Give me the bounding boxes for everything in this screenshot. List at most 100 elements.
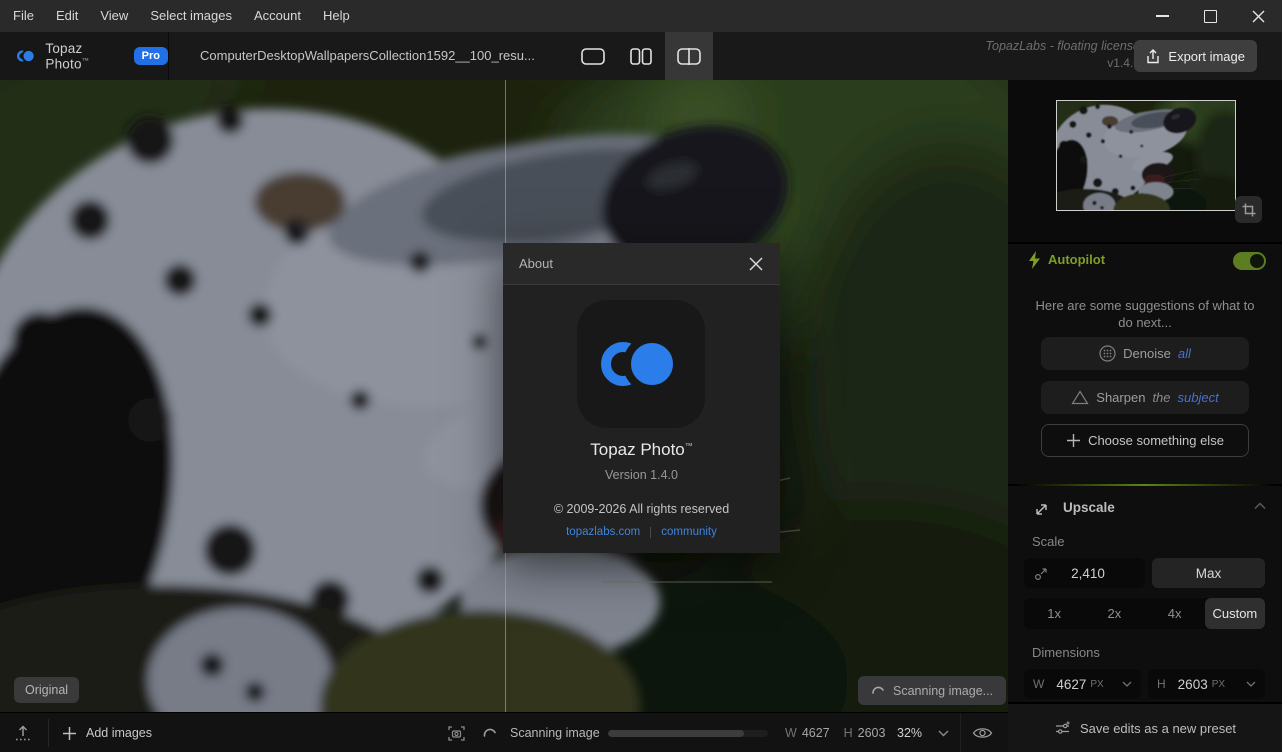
scan-status: Scanning image (448, 713, 600, 752)
menu-account[interactable]: Account (243, 0, 312, 32)
app-header: Topaz Photo™ Pro ComputerDesktopWallpape… (0, 32, 1282, 80)
autopilot-panel: Autopilot Here are some suggestions of w… (1008, 244, 1282, 484)
crop-button[interactable] (1235, 196, 1262, 223)
spinner-icon (872, 686, 884, 694)
minimize-icon (1155, 15, 1169, 17)
scale-option-4x[interactable]: 4x (1145, 598, 1205, 629)
divider (960, 713, 961, 752)
topazlabs-link[interactable]: topazlabs.com (566, 526, 640, 538)
collapse-chevron-up-icon[interactable] (1254, 502, 1266, 510)
scan-progress-fill (608, 730, 744, 737)
upload-icon (16, 725, 30, 741)
about-copyright: © 2009-2026 All rights reserved (553, 502, 730, 516)
chevron-down-icon (1246, 681, 1256, 687)
view-split-button[interactable] (617, 32, 665, 80)
app-window: File Edit View Select images Account Hel… (0, 0, 1282, 752)
dimensions-label: Dimensions (1032, 645, 1100, 660)
maximize-icon (1203, 9, 1217, 23)
denoise-suggestion-button[interactable]: Denoise all (1041, 337, 1249, 370)
open-filename: ComputerDesktopWallpapersCollection1592_… (200, 48, 535, 63)
export-queue-button[interactable] (14, 713, 32, 752)
choose-something-else-button[interactable]: Choose something else (1041, 424, 1249, 457)
license-name: TopazLabs - floating license (985, 39, 1141, 53)
add-images-button[interactable]: Add images (62, 713, 152, 752)
preview-toggle-button[interactable] (972, 713, 993, 752)
menu-help[interactable]: Help (312, 0, 361, 32)
topaz-logo-icon (16, 48, 36, 64)
scale-option-2x[interactable]: 2x (1084, 598, 1144, 629)
chevron-down-icon (1122, 681, 1132, 687)
about-close-button[interactable] (744, 252, 768, 276)
scale-label: Scale (1032, 534, 1065, 549)
divider (48, 719, 49, 747)
sharpen-suggestion-button[interactable]: Sharpen the subject (1041, 381, 1249, 414)
scanning-text: Scanning image (510, 726, 600, 740)
upscale-title: Upscale (1063, 500, 1115, 515)
menu-view[interactable]: View (89, 0, 139, 32)
about-version: Version 1.4.0 (605, 468, 678, 482)
app-name: Topaz Photo™ (45, 40, 90, 72)
max-scale-button[interactable]: Max (1152, 558, 1265, 588)
save-preset-button[interactable]: Save edits as a new preset (1008, 704, 1282, 752)
bottom-toolbar: Add images Scanning image W 4627 H 2603 … (0, 712, 1008, 752)
view-mode-switcher (569, 32, 713, 80)
autopilot-toggle[interactable] (1233, 252, 1266, 270)
autopilot-title: Autopilot (1048, 252, 1106, 267)
export-icon (1147, 48, 1160, 63)
upscale-panel: Upscale Scale 2,410 Max 1x 2x 4x Custom … (1008, 486, 1282, 702)
export-image-button[interactable]: Export image (1134, 40, 1257, 72)
view-single-icon (581, 47, 605, 65)
menu-bar: File Edit View Select images Account Hel… (0, 0, 1282, 32)
close-icon (749, 257, 763, 271)
denoise-icon (1099, 345, 1116, 362)
scale-option-custom[interactable]: Custom (1204, 598, 1265, 629)
view-split-icon (630, 47, 652, 65)
license-info: TopazLabs - floating license v1.4.0 (986, 39, 1141, 70)
close-window-button[interactable] (1234, 0, 1282, 32)
navigator-panel (1008, 80, 1282, 242)
suggestion-text: Here are some suggestions of what to do … (1035, 298, 1255, 330)
scale-option-group: 1x 2x 4x Custom (1024, 598, 1265, 629)
about-dialog-title: About (519, 256, 553, 271)
view-side-by-side-button[interactable] (665, 32, 713, 80)
bolt-icon (1029, 251, 1040, 269)
pro-badge: Pro (133, 47, 168, 65)
menu-edit[interactable]: Edit (45, 0, 89, 32)
upscale-icon (1036, 504, 1047, 515)
divider (650, 526, 652, 538)
scan-progress-bar (608, 730, 768, 737)
width-dropdown[interactable]: W 4627 PX (1024, 669, 1141, 699)
plus-icon (63, 726, 76, 740)
crop-icon (1242, 203, 1255, 216)
maximize-button[interactable] (1186, 0, 1234, 32)
view-side-by-side-icon (677, 47, 701, 65)
toggle-knob (1250, 254, 1264, 268)
license-version: v1.4.0 (1107, 56, 1140, 70)
topaz-logo-icon (601, 335, 681, 393)
height-dropdown[interactable]: H 2603 PX (1148, 669, 1265, 699)
thumbnail-photo (1057, 101, 1235, 210)
zoom-level-dropdown[interactable]: 32% (897, 713, 949, 752)
menu-file[interactable]: File (0, 0, 45, 32)
camera-scan-icon (448, 725, 465, 741)
plus-icon (1067, 434, 1081, 447)
topaz-app-icon (577, 300, 705, 428)
about-links: topazlabs.com community (503, 526, 780, 538)
scanning-badge: Scanning image... (858, 676, 1007, 705)
scale-option-1x[interactable]: 1x (1024, 598, 1084, 629)
close-icon (1252, 10, 1264, 22)
eye-icon (972, 728, 993, 738)
right-sidebar: Autopilot Here are some suggestions of w… (1008, 80, 1282, 752)
scale-value-input[interactable]: 2,410 (1024, 558, 1145, 588)
minimize-button[interactable] (1138, 0, 1186, 32)
chevron-down-icon (938, 730, 949, 736)
app-logo-section: Topaz Photo™ Pro (0, 32, 169, 80)
original-label: Original (14, 677, 80, 703)
preset-icon (1055, 720, 1071, 734)
menu-select-images[interactable]: Select images (139, 0, 243, 32)
about-dialog-header: About (503, 243, 780, 285)
community-link[interactable]: community (661, 526, 717, 538)
navigator-thumbnail[interactable] (1056, 100, 1236, 211)
spinner-icon (483, 728, 496, 737)
view-single-button[interactable] (569, 32, 617, 80)
